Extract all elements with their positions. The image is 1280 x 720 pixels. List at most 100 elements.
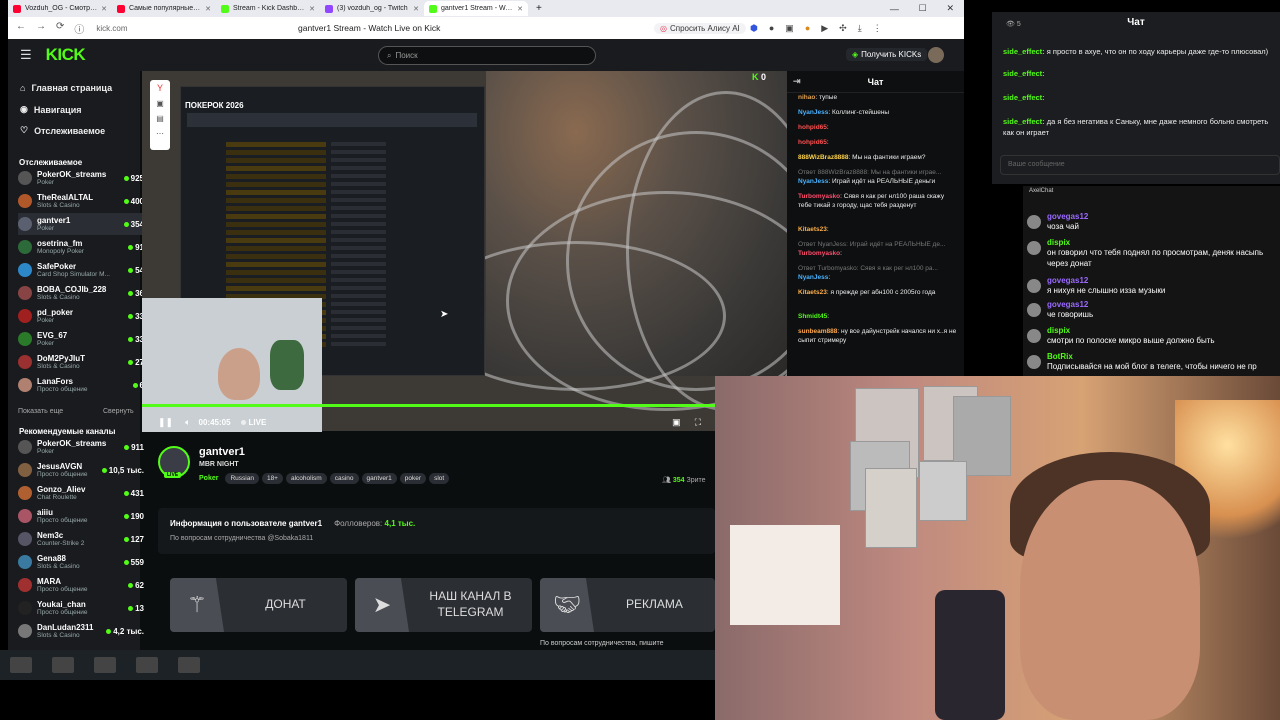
sidebar-channel[interactable]: Nem3c Counter-Strike 2 127 xyxy=(18,528,144,550)
yandex-icon[interactable]: Y xyxy=(150,83,170,93)
stream-tag[interactable]: casino xyxy=(329,473,359,484)
collapse-link[interactable]: Свернуть xyxy=(103,408,134,415)
kick-logo[interactable]: KICK xyxy=(46,45,86,65)
channel-name[interactable]: gantver1 xyxy=(199,446,245,458)
sidebar-channel[interactable]: Youkai_chan Просто общение 13 xyxy=(18,597,144,619)
url-field[interactable]: kick.com xyxy=(96,24,127,33)
puzzle-icon[interactable]: ✣ xyxy=(839,23,847,34)
extension-icon[interactable]: ● xyxy=(805,23,810,34)
chat-username[interactable]: Turbomyasko xyxy=(798,250,840,257)
extension-icon[interactable]: ● xyxy=(769,23,774,34)
sidebar-channel[interactable]: PokerOK_streams Poker 925 xyxy=(18,167,144,189)
toolbar-icon[interactable]: ▤ xyxy=(150,114,170,123)
browser-tab[interactable]: Vozduh_OG - Смотрите в✕ xyxy=(8,1,112,16)
chat-username[interactable]: Turbomyasko xyxy=(798,193,840,200)
chat-username[interactable]: Kitaets23 xyxy=(798,289,827,296)
stream-tag[interactable]: slot xyxy=(429,473,450,484)
new-tab-icon[interactable]: + xyxy=(536,3,542,14)
sidebar-channel[interactable]: JesusAVGN Просто общение 10,5 тыс. xyxy=(18,459,144,481)
close-tab-icon[interactable]: ✕ xyxy=(101,5,107,13)
nav-following[interactable]: ♡ Отслеживаемое xyxy=(20,125,105,136)
taskbar-app-icon[interactable] xyxy=(52,657,74,673)
sidebar-channel[interactable]: osetrina_fm Monopoly Poker 91 xyxy=(18,236,144,258)
download-icon[interactable]: ⤓ xyxy=(858,23,862,34)
site-info-icon[interactable]: ⓘ xyxy=(74,21,84,36)
collapse-chat-icon[interactable]: ⇥ xyxy=(793,76,801,87)
extension-icon[interactable]: ▣ xyxy=(785,23,794,34)
fullscreen-icon[interactable]: ⛶ xyxy=(695,417,701,428)
chat-username[interactable]: nihao xyxy=(798,94,815,101)
chat-username[interactable]: sunbeam888 xyxy=(798,328,837,335)
user-avatar[interactable] xyxy=(928,47,944,63)
menu-icon[interactable]: ⋮ xyxy=(873,23,882,34)
nav-browse[interactable]: ◉ Навигация xyxy=(20,104,82,115)
sidebar-channel[interactable]: SafePoker Card Shop Simulator M... 54 xyxy=(18,259,144,281)
taskbar-app-icon[interactable] xyxy=(94,657,116,673)
telegram-panel[interactable]: ➤ НАШ КАНАЛ В TELEGRAM xyxy=(355,578,532,632)
close-icon[interactable]: ✕ xyxy=(947,3,955,14)
taskbar-app-icon[interactable] xyxy=(10,657,32,673)
sidebar-channel[interactable]: PokerOK_streams Poker 911 xyxy=(18,436,144,458)
taskbar-app-icon[interactable] xyxy=(136,657,158,673)
stream-tag[interactable]: alcoholism xyxy=(285,473,327,484)
chat-username[interactable]: Kitaets23 xyxy=(798,226,827,233)
chat-username[interactable]: hohpid65 xyxy=(798,139,827,146)
sidebar-channel[interactable]: Gena88 Slots & Casino 559 xyxy=(18,551,144,573)
chat-username[interactable]: NyanJess xyxy=(798,109,828,116)
close-tab-icon[interactable]: ✕ xyxy=(413,5,419,13)
lobby-row xyxy=(331,174,386,178)
volume-icon[interactable]: 🔈︎ xyxy=(185,417,190,428)
stream-tag[interactable]: gantver1 xyxy=(361,473,397,484)
sidebar-channel[interactable]: aiiiu Просто общение 190 xyxy=(18,505,144,527)
sidebar-channel[interactable]: BOBA_COJIb_228 Slots & Casino 36 xyxy=(18,282,144,304)
hamburger-icon[interactable]: ☰ xyxy=(20,47,32,63)
close-tab-icon[interactable]: ✕ xyxy=(309,5,315,13)
chat-username[interactable]: NyanJess xyxy=(798,178,828,185)
browser-tab[interactable]: gantver1 Stream - Watc ✕ xyxy=(424,1,528,16)
chat-username[interactable]: hohpid65 xyxy=(798,124,827,131)
chat-username[interactable]: NyanJess xyxy=(798,274,828,281)
sidebar-channel[interactable]: DanLudan2311 Slots & Casino 4,2 тыс. xyxy=(18,620,144,642)
category-link[interactable]: Poker xyxy=(199,475,218,482)
show-more-link[interactable]: Показать еще xyxy=(18,408,63,415)
minimize-icon[interactable]: — xyxy=(890,4,899,14)
taskbar-app-icon[interactable] xyxy=(178,657,200,673)
donate-panel[interactable]: ⚚ ДОНАТ xyxy=(170,578,347,632)
browser-tab[interactable]: (3) vozduh_og - Twitch ✕ xyxy=(320,1,424,16)
pause-icon[interactable]: ❚❚ xyxy=(158,417,173,428)
close-tab-icon[interactable]: ✕ xyxy=(205,5,211,13)
stream-tag[interactable]: 18+ xyxy=(261,473,283,484)
sidebar-channel[interactable]: gantver1 Poker 354 xyxy=(18,213,144,235)
sidebar-channel[interactable]: pd_poker Poker 33 xyxy=(18,305,144,327)
sidebar-channel[interactable]: Gonzo_Aliev Chat Roulette 431 xyxy=(18,482,144,504)
overlay-chat-input[interactable]: Ваше сообщение xyxy=(1000,155,1280,175)
toolbar-icon[interactable]: ▣ xyxy=(150,99,170,108)
ads-panel[interactable]: 🤝︎ РЕКЛАМА xyxy=(540,578,715,632)
theater-mode-icon[interactable]: ▣ xyxy=(672,417,681,428)
browser-tab[interactable]: Самые популярные трен ✕ xyxy=(112,1,216,16)
stream-tag[interactable]: poker xyxy=(399,473,427,484)
sidebar-channel[interactable]: TheRealALTAL Slots & Casino 400 xyxy=(18,190,144,212)
forward-icon[interactable]: → xyxy=(36,21,46,36)
sidebar-channel[interactable]: MARA Просто общение 62 xyxy=(18,574,144,596)
back-icon[interactable]: ← xyxy=(16,21,26,36)
chat-username[interactable]: Shmidt45 xyxy=(798,313,827,320)
reload-icon[interactable]: ⟳ xyxy=(56,21,64,36)
chat-username[interactable]: 888WizBraz8888 xyxy=(798,154,849,161)
search-input[interactable]: ⌕ Поиск xyxy=(378,46,596,65)
shield-icon[interactable]: ⬢ xyxy=(750,23,758,34)
alice-icon: ◎ xyxy=(660,23,667,33)
sidebar-channel[interactable]: LanaForsПросто общение6 xyxy=(18,374,144,396)
toolbar-icon[interactable]: ⋯ xyxy=(150,129,170,138)
alice-button[interactable]: ◎ Спросить Алису AI xyxy=(654,22,746,34)
browser-tab[interactable]: Stream - Kick Dashboard ✕ xyxy=(216,1,320,16)
close-tab-icon[interactable]: ✕ xyxy=(517,5,523,13)
nav-home[interactable]: ⌂ Главная страница xyxy=(20,83,112,93)
sidebar-channel[interactable]: EVG_67 Poker 33 xyxy=(18,328,144,350)
maximize-icon[interactable]: ☐ xyxy=(919,3,927,14)
get-kicks-button[interactable]: ◈ Получить KICKs xyxy=(846,48,928,61)
extension-icon[interactable]: ▶ xyxy=(821,23,828,34)
sidebar-channel[interactable]: DoM2PyJIuT Slots & Casino 27 xyxy=(18,351,144,373)
lobby-row xyxy=(331,238,386,242)
stream-tag[interactable]: Russian xyxy=(225,473,259,484)
